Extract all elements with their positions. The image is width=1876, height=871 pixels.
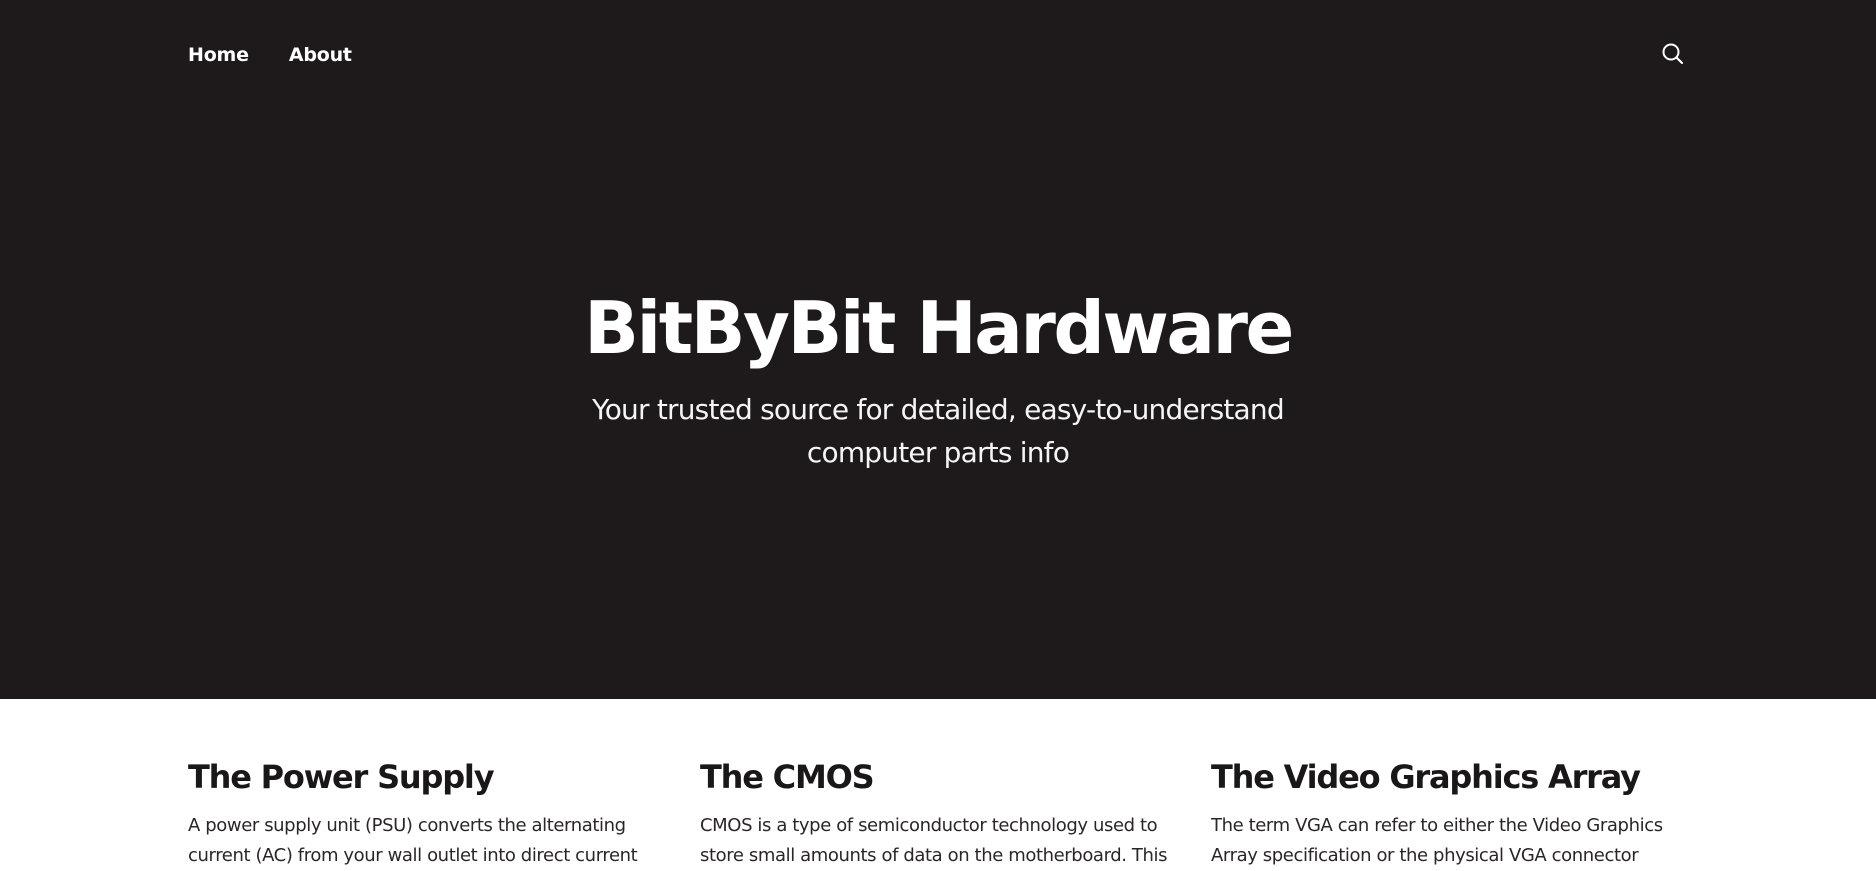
article-excerpt: A power supply unit (PSU) converts the a… — [188, 815, 638, 866]
main-nav: Home About — [188, 44, 352, 66]
hero-section: Home About BitByBit Hardware Your truste… — [0, 0, 1876, 699]
site-tagline: Your trusted source for detailed, easy-t… — [592, 393, 1285, 469]
article-excerpt: CMOS is a type of semiconductor technolo… — [700, 815, 1168, 866]
nav-link-home[interactable]: Home — [188, 44, 249, 66]
articles-section: The Power Supply A power supply unit (PS… — [0, 699, 1876, 871]
article-card-cmos: The CMOS CMOS is a type of semiconductor… — [700, 755, 1180, 871]
article-excerpt: The term VGA can refer to either the Vid… — [1211, 815, 1663, 866]
article-card-power-supply: The Power Supply A power supply unit (PS… — [188, 755, 668, 871]
article-card-vga: The Video Graphics Array The term VGA ca… — [1211, 755, 1691, 871]
search-icon[interactable] — [1660, 41, 1686, 67]
article-title[interactable]: The Power Supply — [188, 755, 668, 799]
article-title[interactable]: The Video Graphics Array — [1211, 755, 1691, 799]
nav-link-about[interactable]: About — [289, 44, 352, 66]
site-title: BitByBit Hardware — [584, 286, 1294, 370]
article-title[interactable]: The CMOS — [700, 755, 1180, 799]
